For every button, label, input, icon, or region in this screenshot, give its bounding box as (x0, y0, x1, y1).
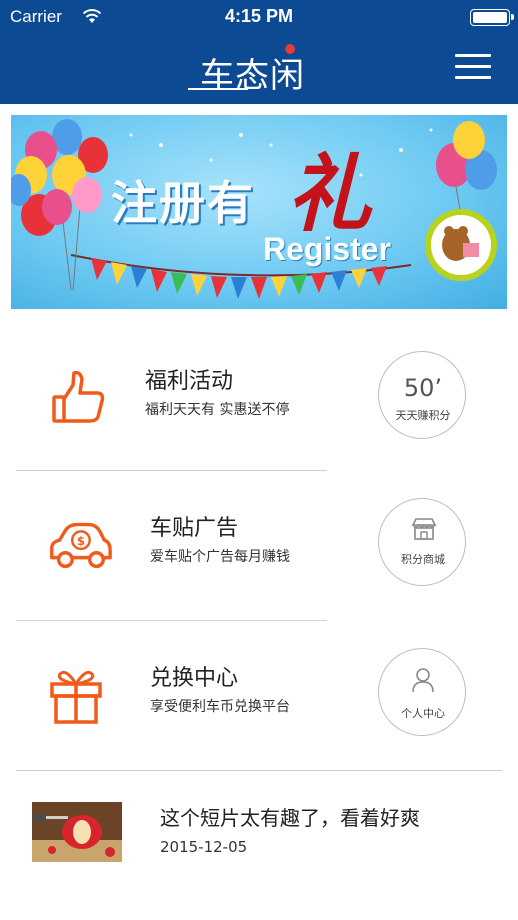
menu-row-title: 兑换中心 (150, 666, 239, 691)
menu-row-subtitle: 享受便利车币兑换平台 (150, 699, 290, 715)
news-item[interactable]: 这个短片太有趣了，看着好爽 2015-12-05 (0, 780, 518, 880)
app-logo: 车态闲 (186, 42, 336, 96)
register-banner[interactable]: 注册有 礼 Register (11, 115, 507, 309)
hamburger-menu-icon[interactable] (455, 52, 491, 82)
earn-points-label: 天天赚积分 (395, 409, 451, 422)
personal-center-label: 个人中心 (401, 707, 445, 720)
banner-subtitle: Register (263, 231, 392, 267)
nav-bar: 车态闲 (0, 34, 518, 104)
divider (16, 620, 327, 621)
status-bar: Carrier 4:15 PM (0, 0, 518, 34)
clock: 4:15 PM (224, 6, 294, 26)
menu-row-exchange[interactable]: 兑换中心 享受便利车币兑换平台 个人中心 (0, 622, 518, 770)
menu-row-subtitle: 爱车贴个广告每月赚钱 (150, 549, 290, 565)
menu-row-car-ads[interactable]: $ 车贴广告 爱车贴个广告每月赚钱 积分商城 (0, 472, 518, 620)
news-date: 2015-12-05 (160, 838, 248, 856)
menu-row-title: 福利活动 (145, 369, 234, 394)
logo-text: 车态闲 (200, 56, 305, 96)
divider (16, 470, 327, 471)
points-mall-button[interactable]: 积分商城 (378, 498, 466, 586)
menu-row-title: 车贴广告 (150, 516, 239, 541)
gift-icon (50, 670, 102, 724)
news-headline: 这个短片太有趣了，看着好爽 (160, 806, 420, 830)
menu-row-subtitle: 福利天天有 实惠送不停 (145, 402, 290, 418)
banner-title: 注册有 (111, 176, 255, 230)
shop-icon (411, 518, 437, 540)
points-value: 50’ (403, 374, 443, 402)
svg-text:$: $ (77, 534, 85, 548)
news-thumbnail (32, 802, 122, 862)
earn-points-button[interactable]: 50’ 天天赚积分 (378, 351, 466, 439)
divider (16, 770, 502, 771)
points-mall-label: 积分商城 (401, 553, 445, 566)
menu-row-welfare[interactable]: 福利活动 福利天天有 实惠送不停 50’ 天天赚积分 (0, 325, 518, 473)
banner-title-highlight: 礼 (287, 144, 372, 243)
car-money-icon: $ (50, 522, 112, 569)
personal-center-button[interactable]: 个人中心 (378, 648, 466, 736)
thumbs-up-icon (52, 370, 105, 423)
banner-decoration (11, 119, 497, 299)
battery-icon (470, 9, 514, 26)
user-icon (412, 668, 434, 693)
